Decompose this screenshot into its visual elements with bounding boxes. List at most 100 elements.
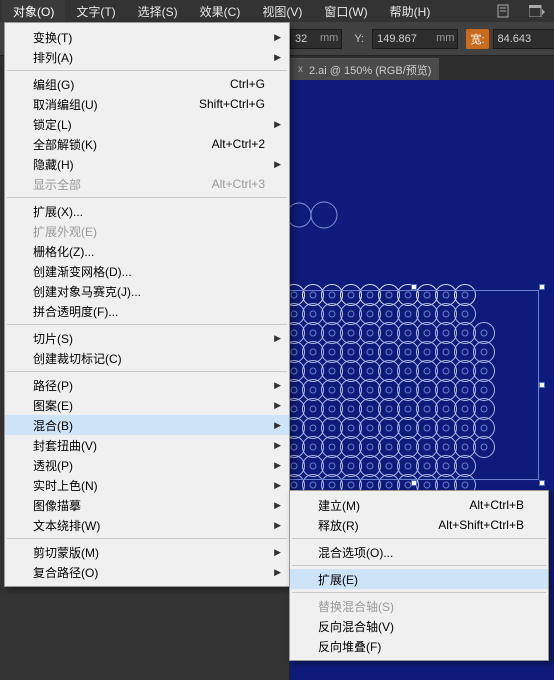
blend-submenu-item-0[interactable]: 建立(M)Alt+Ctrl+B <box>290 495 548 515</box>
menu-item-label: 扩展外观(E) <box>33 223 97 240</box>
menu-item-label: 编组(G) <box>33 76 74 93</box>
blend-submenu-separator <box>292 565 546 566</box>
menu-item-label: 混合(B) <box>33 417 73 434</box>
menu-item-label: 图案(E) <box>33 397 73 414</box>
menu-item-shortcut: Alt+Ctrl+3 <box>212 177 265 191</box>
y-label: Y: <box>350 31 368 47</box>
menu-item-label: 排列(A) <box>33 49 73 66</box>
menu-item-shortcut: Ctrl+G <box>230 77 265 91</box>
menu-item-label: 扩展(X)... <box>33 203 83 220</box>
object-menu-item-30[interactable]: 复合路径(O) ▶ <box>5 562 289 582</box>
object-menu-item-27[interactable]: 文本绕排(W) ▶ <box>5 515 289 535</box>
submenu-arrow-icon: ▶ <box>274 32 281 43</box>
object-menu-item-14[interactable]: 创建对象马赛克(J)... <box>5 281 289 301</box>
object-menu-item-12[interactable]: 栅格化(Z)... <box>5 241 289 261</box>
menu-item-label: 创建渐变网格(D)... <box>33 263 132 280</box>
menu-item-label: 剪切蒙版(M) <box>33 544 99 561</box>
object-menu-item-1[interactable]: 排列(A) ▶ <box>5 47 289 67</box>
menubar-item-window[interactable]: 窗口(W) <box>313 0 378 23</box>
blend-submenu: 建立(M)Alt+Ctrl+B释放(R)Alt+Shift+Ctrl+B 混合选项… <box>289 490 549 661</box>
submenu-arrow-icon: ▶ <box>274 420 281 431</box>
submenu-arrow-icon: ▶ <box>274 547 281 558</box>
layout-icon[interactable] <box>526 2 548 20</box>
menu-item-label: 栅格化(Z)... <box>33 243 94 260</box>
object-menu-item-21[interactable]: 图案(E) ▶ <box>5 395 289 415</box>
menu-item-label: 文本绕排(W) <box>33 517 100 534</box>
submenu-arrow-icon: ▶ <box>274 460 281 471</box>
menu-item-label: 全部解锁(K) <box>33 136 97 153</box>
submenu-arrow-icon: ▶ <box>274 119 281 130</box>
blend-submenu-item-5[interactable]: 扩展(E) <box>290 569 548 589</box>
blend-submenu-item-3[interactable]: 混合选项(O)... <box>290 542 548 562</box>
selection-bounds <box>289 290 539 480</box>
blend-submenu-item-8[interactable]: 反向混合轴(V) <box>290 616 548 636</box>
menubar-item-object[interactable]: 对象(O) <box>2 0 65 23</box>
blend-submenu-item-1[interactable]: 释放(R)Alt+Shift+Ctrl+B <box>290 515 548 535</box>
object-menu-separator <box>7 371 287 372</box>
object-menu-item-4[interactable]: 取消编组(U)Shift+Ctrl+G <box>5 94 289 114</box>
document-tab[interactable]: x 2.ai @ 150% (RGB/预览) <box>290 58 439 80</box>
x-input[interactable] <box>290 29 318 49</box>
submenu-arrow-icon: ▶ <box>274 400 281 411</box>
menu-item-label: 混合选项(O)... <box>318 544 393 561</box>
menubar-item-type[interactable]: 文字(T) <box>65 0 126 23</box>
object-menu-item-5[interactable]: 锁定(L) ▶ <box>5 114 289 134</box>
y-input[interactable] <box>372 29 434 49</box>
object-menu-item-15[interactable]: 拼合透明度(F)... <box>5 301 289 321</box>
menu-item-shortcut: Shift+Ctrl+G <box>199 97 265 111</box>
blend-submenu-item-9[interactable]: 反向堆叠(F) <box>290 636 548 656</box>
menu-item-label: 扩展(E) <box>318 571 358 588</box>
submenu-arrow-icon: ▶ <box>274 380 281 391</box>
menubar-item-select[interactable]: 选择(S) <box>127 0 189 23</box>
object-menu-item-25[interactable]: 实时上色(N) ▶ <box>5 475 289 495</box>
menu-item-label: 建立(M) <box>318 497 360 514</box>
y-unit: mm <box>433 29 458 49</box>
menu-item-label: 拼合透明度(F)... <box>33 303 118 320</box>
menu-item-shortcut: Alt+Ctrl+2 <box>212 137 265 151</box>
submenu-arrow-icon: ▶ <box>274 480 281 491</box>
menubar-item-help[interactable]: 帮助(H) <box>379 0 442 23</box>
object-menu-item-29[interactable]: 剪切蒙版(M) ▶ <box>5 542 289 562</box>
menubar-item-view[interactable]: 视图(V) <box>251 0 313 23</box>
object-menu-item-3[interactable]: 编组(G) Ctrl+G <box>5 74 289 94</box>
menu-item-label: 实时上色(N) <box>33 477 98 494</box>
x-unit: mm <box>317 29 342 49</box>
menubar: 对象(O) 文字(T) 选择(S) 效果(C) 视图(V) 窗口(W) 帮助(H… <box>0 0 554 22</box>
object-menu-item-13[interactable]: 创建渐变网格(D)... <box>5 261 289 281</box>
submenu-arrow-icon: ▶ <box>274 520 281 531</box>
object-menu-item-24[interactable]: 透视(P) ▶ <box>5 455 289 475</box>
object-menu-item-10[interactable]: 扩展(X)... <box>5 201 289 221</box>
submenu-arrow-icon: ▶ <box>274 159 281 170</box>
object-menu-item-22[interactable]: 混合(B) ▶ <box>5 415 289 435</box>
object-menu-item-20[interactable]: 路径(P)▶ <box>5 375 289 395</box>
menu-item-label: 透视(P) <box>33 457 73 474</box>
object-menu-item-6[interactable]: 全部解锁(K) Alt+Ctrl+2 <box>5 134 289 154</box>
object-menu-item-0[interactable]: 变换(T)▶ <box>5 27 289 47</box>
blend-submenu-separator <box>292 592 546 593</box>
tab-close[interactable]: x <box>298 64 303 75</box>
doc-icon[interactable] <box>492 2 514 20</box>
object-menu-item-18[interactable]: 创建裁切标记(C) <box>5 348 289 368</box>
object-menu-separator <box>7 197 287 198</box>
menu-item-label: 隐藏(H) <box>33 156 74 173</box>
menu-item-label: 反向堆叠(F) <box>318 638 381 655</box>
menu-item-label: 锁定(L) <box>33 116 72 133</box>
menu-item-label: 复合路径(O) <box>33 564 98 581</box>
menubar-item-effect[interactable]: 效果(C) <box>189 0 252 23</box>
object-menu-item-26[interactable]: 图像描摹▶ <box>5 495 289 515</box>
object-menu: 变换(T)▶ 排列(A) ▶ 编组(G) Ctrl+G 取消编组(U)Shift+Ctrl… <box>4 22 290 587</box>
w-label: 宽: <box>466 29 488 49</box>
submenu-arrow-icon: ▶ <box>274 567 281 578</box>
tab-title: 2.ai @ 150% (RGB/预览) <box>309 62 431 78</box>
submenu-arrow-icon: ▶ <box>274 52 281 63</box>
object-menu-item-7[interactable]: 隐藏(H) ▶ <box>5 154 289 174</box>
object-menu-separator <box>7 70 287 71</box>
object-menu-item-23[interactable]: 封套扭曲(V)▶ <box>5 435 289 455</box>
w-input[interactable] <box>493 29 554 49</box>
menu-item-label: 替换混合轴(S) <box>318 598 394 615</box>
menu-item-label: 切片(S) <box>33 330 73 347</box>
menu-item-label: 创建对象马赛克(J)... <box>33 283 141 300</box>
object-menu-separator <box>7 538 287 539</box>
object-menu-separator <box>7 324 287 325</box>
object-menu-item-17[interactable]: 切片(S)▶ <box>5 328 289 348</box>
